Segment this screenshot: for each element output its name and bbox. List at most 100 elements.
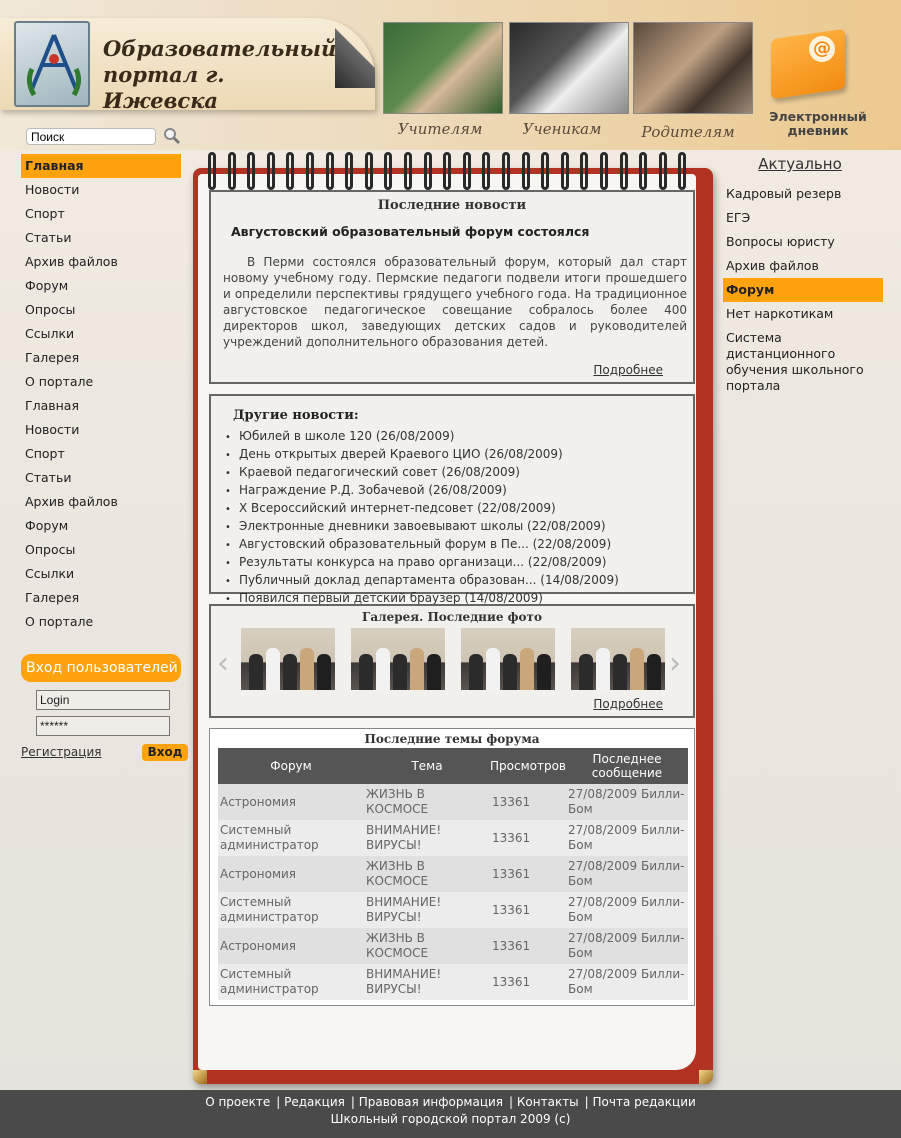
left-menu-item[interactable]: Ссылки	[21, 562, 181, 586]
forum-row[interactable]: Астрономия ЖИЗНЬ В КОСМОСЕ 13361 27/08/2009…	[218, 928, 688, 964]
footer-link[interactable]: | Редакция	[273, 1095, 348, 1109]
binder-ring-icon	[639, 152, 648, 190]
left-menu-item[interactable]: Главная	[21, 394, 181, 418]
right-menu-item[interactable]: Кадровый резерв	[723, 182, 883, 206]
gallery-next-icon[interactable]: ›	[669, 649, 689, 679]
left-menu-item[interactable]: Галерея	[21, 586, 181, 610]
logo-banner[interactable]: Образовательный портал г. Ижевска	[0, 18, 375, 113]
binder-ring-icon	[560, 152, 569, 190]
site-title: Образовательный портал г. Ижевска	[103, 36, 343, 114]
teachers-link[interactable]: Учителям	[380, 120, 500, 138]
left-menu-item[interactable]: Статьи	[21, 226, 181, 250]
left-menu-item[interactable]: Новости	[21, 418, 181, 442]
right-menu-item[interactable]: Архив файлов	[723, 254, 883, 278]
forum-cell-topic[interactable]: ЖИЗНЬ В КОСМОСЕ	[364, 928, 490, 964]
forum-cell-topic[interactable]: ВНИМАНИЕ! ВИРУСЫ!	[364, 892, 490, 928]
gallery-thumbnail[interactable]	[241, 628, 335, 690]
forum-row[interactable]: Системный администратор ВНИМАНИЕ! ВИРУСЫ!…	[218, 820, 688, 856]
right-menu-item[interactable]: Форум	[723, 278, 883, 302]
left-menu-item[interactable]: Новости	[21, 178, 181, 202]
left-menu-item[interactable]: Форум	[21, 274, 181, 298]
other-news-item[interactable]: День открытых дверей Краевого ЦИО (26/08…	[225, 446, 619, 464]
forum-row[interactable]: Системный администратор ВНИМАНИЕ! ВИРУСЫ!…	[218, 892, 688, 928]
password-input[interactable]	[36, 716, 170, 736]
forum-cell-topic[interactable]: ВНИМАНИЕ! ВИРУСЫ!	[364, 820, 490, 856]
other-news-item[interactable]: Публичный доклад департамента образован.…	[225, 572, 619, 590]
left-menu-item[interactable]: Спорт	[21, 442, 181, 466]
ediary-icon[interactable]: @	[765, 28, 855, 100]
search-icon[interactable]	[163, 127, 181, 145]
forum-row[interactable]: Астрономия ЖИЗНЬ В КОСМОСЕ 13361 27/08/2009…	[218, 784, 688, 820]
students-link[interactable]: Ученикам	[502, 120, 622, 138]
left-menu-item[interactable]: Форум	[21, 514, 181, 538]
footer-link[interactable]: | Правовая информация	[348, 1095, 506, 1109]
gallery-thumbnail[interactable]	[571, 628, 665, 690]
right-menu-item[interactable]: ЕГЭ	[723, 206, 883, 230]
other-news-item[interactable]: Результаты конкурса на право организаци.…	[225, 554, 619, 572]
forum-cell-topic[interactable]: ВНИМАНИЕ! ВИРУСЫ!	[364, 964, 490, 1000]
other-news-item[interactable]: Электронные дневники завоевывают школы (…	[225, 518, 619, 536]
latest-news-title: Последние новости	[377, 198, 527, 213]
other-news-item[interactable]: X Всероссийский интернет-педсовет (22/08…	[225, 500, 619, 518]
other-news-item[interactable]: Юбилей в школе 120 (26/08/2009)	[225, 428, 619, 446]
left-menu-item[interactable]: Статьи	[21, 466, 181, 490]
left-menu-item[interactable]: Архив файлов	[21, 490, 181, 514]
footer-link[interactable]: О проекте	[202, 1095, 273, 1109]
binder-ring-icon	[462, 152, 471, 190]
binder-ring-icon	[541, 152, 550, 190]
binder-ring-icon	[384, 152, 393, 190]
forum-cell-views: 13361	[490, 964, 566, 1000]
forum-cell-topic[interactable]: ЖИЗНЬ В КОСМОСЕ	[364, 784, 490, 820]
parents-photo[interactable]	[633, 22, 753, 114]
left-menu-item[interactable]: Опросы	[21, 538, 181, 562]
forum-row[interactable]: Системный администратор ВНИМАНИЕ! ВИРУСЫ!…	[218, 964, 688, 1000]
search-input[interactable]	[26, 128, 156, 145]
login-title: Вход пользователей	[21, 654, 181, 682]
forum-cell-forum: Астрономия	[218, 856, 364, 892]
ediary-link[interactable]: Электронный дневник	[756, 110, 880, 138]
forum-header-row: Форум Тема Просмотров Последнее сообщени…	[218, 748, 688, 784]
login-input[interactable]	[36, 690, 170, 710]
gallery-thumbnail[interactable]	[461, 628, 555, 690]
left-menu-item[interactable]: Спорт	[21, 202, 181, 226]
other-news-item[interactable]: Краевой педагогический совет (26/08/2009…	[225, 464, 619, 482]
binder-ring-icon	[227, 152, 236, 190]
teachers-photo[interactable]	[383, 22, 503, 114]
binder-ring-icon	[502, 152, 510, 190]
forum-cell-last: 27/08/2009 Билли-Бом	[566, 928, 688, 964]
gallery-thumbnail[interactable]	[351, 628, 445, 690]
right-menu-item[interactable]: Вопросы юристу	[723, 230, 883, 254]
binder-ring-icon	[600, 152, 608, 190]
left-menu-item[interactable]: О портале	[21, 370, 181, 394]
binder-ring-icon	[306, 152, 314, 190]
left-menu-item[interactable]: Галерея	[21, 346, 181, 370]
gallery-more-link[interactable]: Подробнее	[593, 697, 663, 711]
register-link[interactable]: Регистрация	[21, 745, 101, 759]
forum-box: Последние темы форума Форум Тема Просмот…	[209, 728, 695, 1006]
other-news-item[interactable]: Награждение Р.Д. Зобачевой (26/08/2009)	[225, 482, 619, 500]
forum-col-last: Последнее сообщение	[566, 748, 688, 784]
footer-link[interactable]: | Контакты	[506, 1095, 582, 1109]
gallery-prev-icon[interactable]: ‹	[217, 649, 237, 679]
forum-cell-topic[interactable]: ЖИЗНЬ В КОСМОСЕ	[364, 856, 490, 892]
parents-link[interactable]: Родителям	[628, 123, 748, 141]
left-menu-item[interactable]: О портале	[21, 610, 181, 634]
other-news-item[interactable]: Августовский образовательный форум в Пе.…	[225, 536, 619, 554]
students-photo[interactable]	[509, 22, 629, 114]
corner-decoration-icon	[193, 1070, 207, 1084]
other-news-box: Другие новости: Юбилей в школе 120 (26/0…	[209, 394, 695, 605]
forum-row[interactable]: Астрономия ЖИЗНЬ В КОСМОСЕ 13361 27/08/2009…	[218, 856, 688, 892]
left-menu-item[interactable]: Главная	[21, 154, 181, 178]
right-menu-item[interactable]: Нет наркотикам	[723, 302, 883, 326]
footer-link[interactable]: | Почта редакции	[582, 1095, 699, 1109]
right-menu-item[interactable]: Система дистанционного обучения школьног…	[723, 326, 883, 398]
binder-ring-icon	[286, 152, 295, 190]
login-button[interactable]: Вход	[142, 744, 188, 761]
news-more-link[interactable]: Подробнее	[593, 363, 663, 377]
left-menu-item[interactable]: Архив файлов	[21, 250, 181, 274]
left-menu-item[interactable]: Ссылки	[21, 322, 181, 346]
news-headline[interactable]: Августовский образовательный форум состо…	[231, 224, 589, 239]
left-menu-item[interactable]: Опросы	[21, 298, 181, 322]
binder-ring-icon	[345, 152, 354, 190]
actual-title[interactable]: Актуально	[725, 155, 875, 173]
